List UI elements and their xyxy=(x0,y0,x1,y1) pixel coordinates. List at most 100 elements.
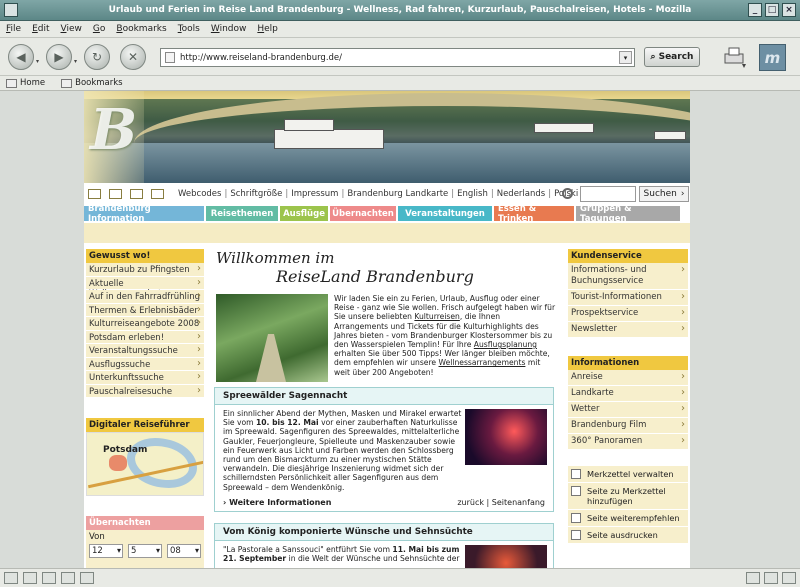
month-select[interactable]: 5 xyxy=(128,544,162,558)
left-item[interactable]: Pauschalreisesuche xyxy=(86,384,204,398)
composer-icon[interactable] xyxy=(42,572,56,584)
boat-shape xyxy=(534,123,594,133)
left-item[interactable]: Thermen & Erlebnisbäder xyxy=(86,303,204,317)
link-webcodes[interactable]: Webcodes xyxy=(178,189,221,199)
link-nederlands[interactable]: Nederlands xyxy=(497,189,546,199)
link-schriftgroesse[interactable]: Schriftgröße xyxy=(230,189,282,199)
irc-icon[interactable] xyxy=(80,572,94,584)
menu-go[interactable]: Go xyxy=(93,24,106,34)
tool-ausdrucken[interactable]: Seite ausdrucken xyxy=(568,527,688,544)
boat-cabin-shape xyxy=(284,119,334,131)
link-impressum[interactable]: Impressum xyxy=(291,189,338,199)
menubar: File Edit View Go Bookmarks Tools Window… xyxy=(0,21,800,38)
window-menu-icon[interactable] xyxy=(4,3,18,17)
tab-ausfluege[interactable]: Ausflüge xyxy=(280,206,328,221)
left-item[interactable]: Kulturreiseangebote 2008 xyxy=(86,317,204,331)
forward-button[interactable]: ▶ xyxy=(46,44,72,70)
boat-shape xyxy=(274,129,384,149)
left-item[interactable]: Auf in den Fahrradfrühling xyxy=(86,290,204,304)
tab-reisethemen[interactable]: Reisethemen xyxy=(206,206,278,221)
mail-icon[interactable] xyxy=(23,572,37,584)
link-wellnessarrangements[interactable]: Wellnessarrangements xyxy=(439,358,526,367)
left-item[interactable]: Aktuelle Wellnessangebote xyxy=(86,276,204,299)
left-item[interactable]: Unterkunftssuche xyxy=(86,371,204,385)
url-dropdown-icon[interactable]: ▾ xyxy=(619,51,632,64)
welcome-heading-line2: ReiseLand Brandenburg xyxy=(276,267,474,286)
left-item[interactable]: Kurzurlaub zu Pfingsten xyxy=(86,263,204,277)
menu-tools[interactable]: Tools xyxy=(178,24,200,34)
right-item[interactable]: Prospektservice xyxy=(568,306,688,322)
chevron-right-icon: › xyxy=(680,189,685,199)
intro-text: Wir laden Sie ein zu Ferien, Urlaub, Aus… xyxy=(334,294,556,377)
window-titlebar: Urlaub und Ferien im Reise Land Brandenb… xyxy=(0,0,800,21)
forest-path-image xyxy=(216,294,328,382)
forward-dropdown-icon[interactable]: ▾ xyxy=(74,58,80,65)
left-item[interactable]: Ausflugssuche xyxy=(86,357,204,371)
site-search-button[interactable]: Suchen › xyxy=(639,186,689,202)
menu-bookmarks[interactable]: Bookmarks xyxy=(116,24,166,34)
tab-veranstaltungen[interactable]: Veranstaltungen xyxy=(398,206,492,221)
minimize-icon[interactable]: _ xyxy=(748,3,762,17)
sitemap-icon[interactable] xyxy=(130,189,143,199)
map-thumbnail[interactable]: Potsdam xyxy=(86,432,204,496)
tool-weiterempfehlen[interactable]: Seite weiterempfehlen xyxy=(568,510,688,527)
home-icon[interactable] xyxy=(88,189,101,199)
url-bar[interactable]: http://www.reiseland-brandenburg.de/ ▾ xyxy=(160,48,635,67)
booking-form: Von 12 5 08 xyxy=(86,530,204,568)
tool-merkzettel-verwalten[interactable]: Merkzettel verwalten xyxy=(568,466,688,483)
day-select[interactable]: 12 xyxy=(89,544,123,558)
back-button[interactable]: ◀ xyxy=(8,44,34,70)
stop-button[interactable]: ✕ xyxy=(120,44,146,70)
back-link[interactable]: zurück xyxy=(457,498,484,507)
menu-view[interactable]: View xyxy=(61,24,82,34)
right-item[interactable]: Wetter xyxy=(568,402,688,418)
home-button[interactable]: Home xyxy=(6,78,45,88)
print-icon[interactable] xyxy=(722,44,748,70)
link-english[interactable]: English xyxy=(457,189,488,199)
right-item[interactable]: 360° Panoramen xyxy=(568,434,688,450)
main-content: Willkommen im ReiseLand Brandenburg Wir … xyxy=(212,249,558,568)
year-select[interactable]: 08 xyxy=(167,544,201,558)
tab-essen-trinken[interactable]: Essen & Trinken xyxy=(494,204,574,224)
bookmarks-button[interactable]: Bookmarks xyxy=(61,78,123,88)
tab-uebernachten[interactable]: Übernachten xyxy=(330,206,396,221)
box-title-gewusst-wo: Gewusst wo! xyxy=(86,249,204,263)
left-item[interactable]: Veranstaltungssuche xyxy=(86,344,204,358)
menu-window[interactable]: Window xyxy=(211,24,247,34)
tool-merkzettel-hinzufuegen[interactable]: Seite zu Merkzettel hinzufügen xyxy=(568,483,688,510)
concert-image xyxy=(465,545,547,568)
mail-icon[interactable] xyxy=(109,189,122,199)
site-search-input[interactable] xyxy=(580,186,636,202)
lake-water xyxy=(84,143,690,183)
left-item[interactable]: Potsdam erleben! xyxy=(86,330,204,344)
address-book-icon[interactable] xyxy=(61,572,75,584)
tab-gruppen-tagungen[interactable]: Gruppen & Tagungen xyxy=(576,204,680,224)
search-button[interactable]: ⌕ Search xyxy=(644,47,700,67)
help-icon[interactable] xyxy=(151,189,164,199)
right-item[interactable]: Newsletter xyxy=(568,322,688,338)
menu-edit[interactable]: Edit xyxy=(32,24,49,34)
navigator-icon[interactable] xyxy=(4,572,18,584)
right-item[interactable]: Informations- und Buchungsservice xyxy=(568,263,688,290)
link-kulturreisen[interactable]: Kulturreisen xyxy=(414,312,459,321)
menu-file[interactable]: File xyxy=(6,24,21,34)
booking-box: Übernachten Von 12 5 08 xyxy=(86,516,204,568)
back-dropdown-icon[interactable]: ▾ xyxy=(36,58,42,65)
reload-button[interactable]: ↻ xyxy=(84,44,110,70)
navigation-toolbar: ◀ ▾ ▶ ▾ ↻ ✕ http://www.reiseland-branden… xyxy=(0,38,800,76)
maximize-icon[interactable]: □ xyxy=(765,3,779,17)
link-ausflugsplanung[interactable]: Ausflugsplanung xyxy=(474,340,537,349)
link-landkarte[interactable]: Brandenburg Landkarte xyxy=(347,189,448,199)
box-title-uebernachten: Übernachten xyxy=(86,516,204,530)
top-link[interactable]: Seitenanfang xyxy=(492,498,545,507)
close-icon[interactable]: × xyxy=(782,3,796,17)
right-item[interactable]: Brandenburg Film xyxy=(568,418,688,434)
right-item[interactable]: Landkarte xyxy=(568,386,688,402)
right-item[interactable]: Tourist-Informationen xyxy=(568,290,688,306)
online-status-icon xyxy=(746,572,760,584)
right-item[interactable]: Anreise xyxy=(568,370,688,386)
tab-brandenburg-information[interactable]: Brandenburg Information xyxy=(84,204,204,224)
site-logo[interactable]: B xyxy=(84,91,144,183)
menu-help[interactable]: Help xyxy=(257,24,278,34)
more-info-link[interactable]: › Weitere Informationen xyxy=(223,498,331,507)
